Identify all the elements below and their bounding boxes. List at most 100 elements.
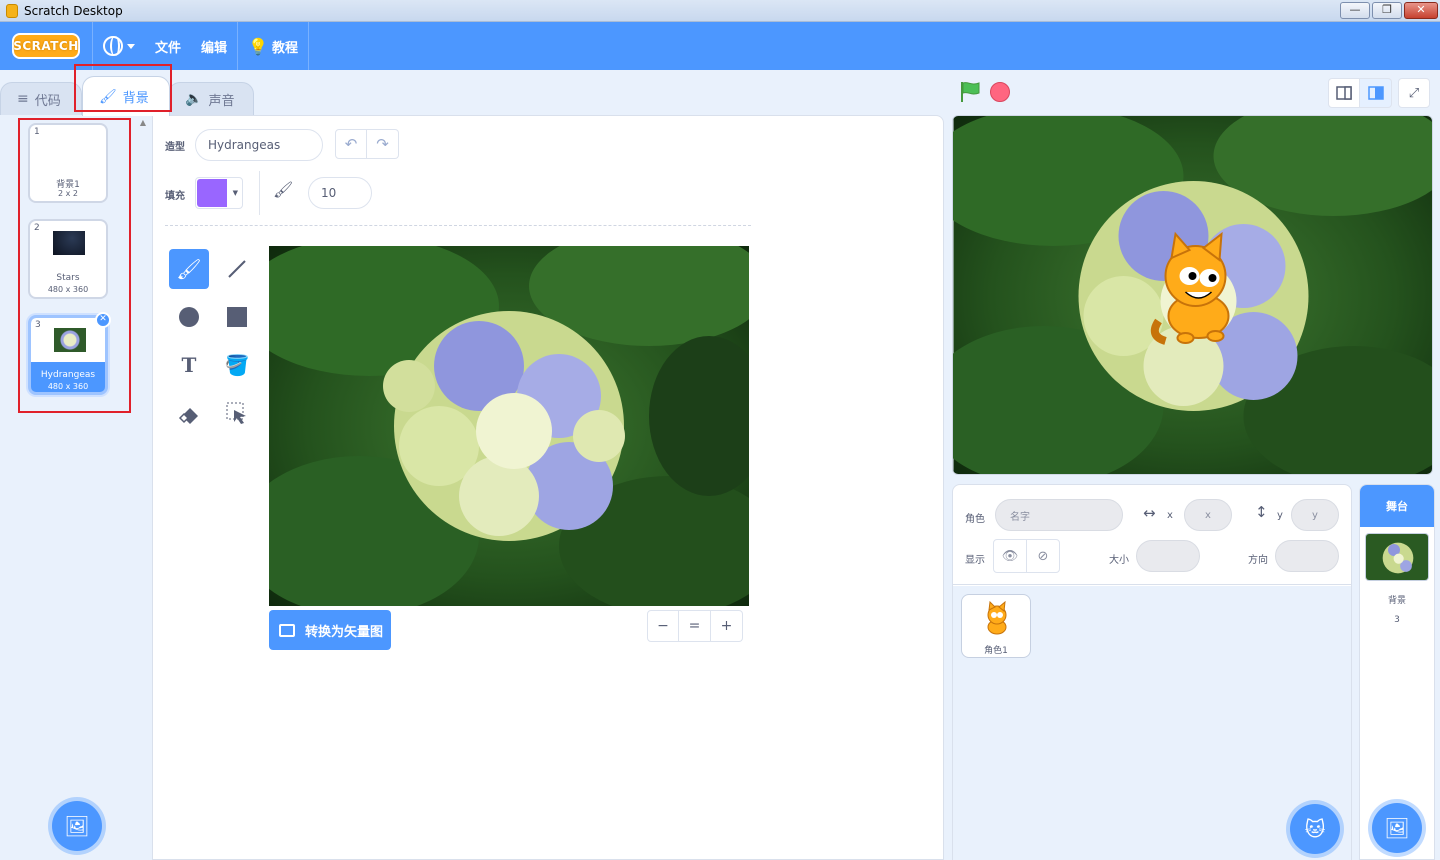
- zoom-in-button[interactable]: +: [711, 610, 743, 642]
- eye-icon: 👁: [1001, 548, 1019, 564]
- stage-thumbnail: [1365, 533, 1429, 581]
- backdrop-item[interactable]: 2 Stars 480 x 360: [28, 219, 108, 299]
- language-menu[interactable]: [93, 22, 145, 70]
- sprite-list: 角色1 🐱: [953, 586, 1351, 860]
- window-title: Scratch Desktop: [24, 3, 123, 18]
- zoom-reset-icon: =: [688, 618, 701, 634]
- show-label: 显示: [965, 555, 985, 566]
- convert-to-vector-button[interactable]: 转换为矢量图: [269, 610, 391, 650]
- backdrop-item-selected[interactable]: 3 Hydrangeas 480 x 360 ✕: [28, 312, 111, 395]
- lightbulb-icon: 💡: [248, 36, 268, 56]
- horizontal-arrows-icon: ↔: [1143, 504, 1156, 522]
- size-label: 大小: [1109, 555, 1129, 566]
- eye-slash-icon: ⊘: [1037, 548, 1049, 564]
- brush-size-icon: 🖌: [273, 180, 294, 199]
- delete-backdrop-icon[interactable]: ✕: [95, 312, 111, 328]
- image-add-icon: 🖼: [64, 814, 90, 838]
- brush-icon: 🖌: [176, 257, 202, 281]
- close-button[interactable]: ✕: [1404, 2, 1438, 19]
- fullscreen-icon: ⤢: [1408, 85, 1420, 101]
- backdrop-thumbnail: [53, 231, 85, 255]
- y-label: y: [1277, 510, 1283, 521]
- cat-sprite-thumbnail: [987, 601, 1007, 635]
- stage-backdrop-count: 3: [1394, 615, 1400, 625]
- zoom-reset-button[interactable]: =: [679, 610, 711, 642]
- tab-backdrops[interactable]: 🖌 背景: [82, 76, 170, 116]
- redo-button[interactable]: ↷: [367, 129, 399, 159]
- fullscreen-button[interactable]: ⤢: [1398, 78, 1430, 108]
- x-input[interactable]: x: [1184, 499, 1232, 531]
- hide-sprite-button[interactable]: ⊘: [1026, 539, 1060, 573]
- brush-tool[interactable]: 🖌: [169, 249, 209, 289]
- stage-header: ⤢: [952, 70, 1440, 115]
- scroll-up-icon[interactable]: ▲: [137, 118, 149, 127]
- redo-icon: ↷: [376, 135, 389, 153]
- scratch-app-icon: [6, 3, 18, 18]
- y-input[interactable]: y: [1291, 499, 1339, 531]
- large-stage-icon: [1367, 86, 1384, 100]
- stage-selector[interactable]: 舞台 背景 3 🖼: [1359, 484, 1435, 860]
- sprite-name-input[interactable]: 名字: [995, 499, 1123, 531]
- large-stage-button[interactable]: [1360, 78, 1392, 108]
- fill-color-picker[interactable]: ▼: [195, 177, 243, 209]
- sprite-name: 角色1: [984, 646, 1008, 656]
- restore-button[interactable]: ❐: [1372, 2, 1402, 19]
- sprite-pane: 角色 名字 ↔ x x ↕ y y 显示 👁 ⊘ 大小 方向 角色1 🐱: [952, 484, 1352, 860]
- show-sprite-button[interactable]: 👁: [993, 539, 1027, 573]
- stop-icon[interactable]: [990, 82, 1010, 102]
- canvas-backdrop-image[interactable]: [269, 246, 749, 606]
- zoom-controls: − = +: [647, 610, 743, 642]
- direction-input[interactable]: [1275, 540, 1339, 572]
- fill-label: 填充: [165, 191, 185, 202]
- backdrop-size: 480 x 360: [47, 382, 89, 391]
- circle-tool[interactable]: [169, 297, 209, 337]
- minimize-button[interactable]: —: [1340, 2, 1370, 19]
- line-tool[interactable]: [217, 249, 257, 289]
- direction-label: 方向: [1248, 555, 1268, 566]
- paint-bucket-icon: 🪣: [224, 353, 250, 377]
- backdrop-index: 1: [34, 127, 40, 137]
- small-stage-button[interactable]: [1328, 78, 1360, 108]
- globe-icon: [103, 36, 123, 56]
- size-input[interactable]: [1136, 540, 1200, 572]
- undo-icon: ↶: [344, 135, 358, 153]
- tutorials-label: 教程: [271, 40, 298, 56]
- backdrop-item[interactable]: 1 背景1 2 x 2: [28, 123, 108, 203]
- brush-size-input[interactable]: 10: [308, 177, 372, 209]
- backdrop-list-scrollbar[interactable]: ▲: [137, 118, 149, 858]
- add-backdrop-stage-button[interactable]: 🖼: [1372, 803, 1422, 853]
- costume-name-input[interactable]: Hydrangeas: [195, 129, 323, 161]
- tab-backdrops-label: 背景: [122, 91, 149, 106]
- green-flag-icon[interactable]: [958, 80, 982, 104]
- edit-menu[interactable]: 编辑: [191, 22, 237, 70]
- zoom-out-button[interactable]: −: [647, 610, 679, 642]
- add-sprite-button[interactable]: 🐱: [1290, 804, 1340, 854]
- sprite-item[interactable]: 角色1: [961, 594, 1031, 658]
- sprite-label: 角色: [965, 514, 985, 525]
- select-arrow-icon: [226, 402, 246, 424]
- rectangle-icon: [227, 307, 247, 327]
- tutorials-menu[interactable]: 💡 教程: [238, 22, 308, 70]
- chevron-down-icon: [127, 43, 135, 49]
- fill-tool[interactable]: 🪣: [217, 345, 257, 385]
- circle-icon: [179, 307, 199, 327]
- stage-backdrop-label: 背景: [1387, 596, 1406, 606]
- file-menu[interactable]: 文件: [145, 22, 191, 70]
- backdrop-index: 3: [35, 320, 41, 330]
- tab-code-label: 代码: [34, 93, 61, 109]
- fill-color-swatch: [197, 179, 227, 207]
- eraser-tool[interactable]: [169, 393, 209, 433]
- zoom-in-icon: +: [720, 618, 733, 634]
- backdrop-name: Stars: [56, 273, 80, 283]
- image-icon: [279, 623, 295, 637]
- tab-code[interactable]: ≡ 代码: [0, 82, 82, 115]
- stage-canvas[interactable]: [952, 115, 1433, 475]
- undo-button[interactable]: ↶: [335, 129, 367, 159]
- select-tool[interactable]: [217, 393, 257, 433]
- rectangle-tool[interactable]: [217, 297, 257, 337]
- tab-sounds[interactable]: 🔈 声音: [168, 82, 254, 115]
- zoom-out-icon: −: [657, 618, 669, 634]
- text-tool[interactable]: T: [169, 345, 209, 385]
- scratch-logo[interactable]: SCRATCH: [12, 33, 80, 59]
- add-backdrop-button[interactable]: 🖼: [52, 801, 102, 851]
